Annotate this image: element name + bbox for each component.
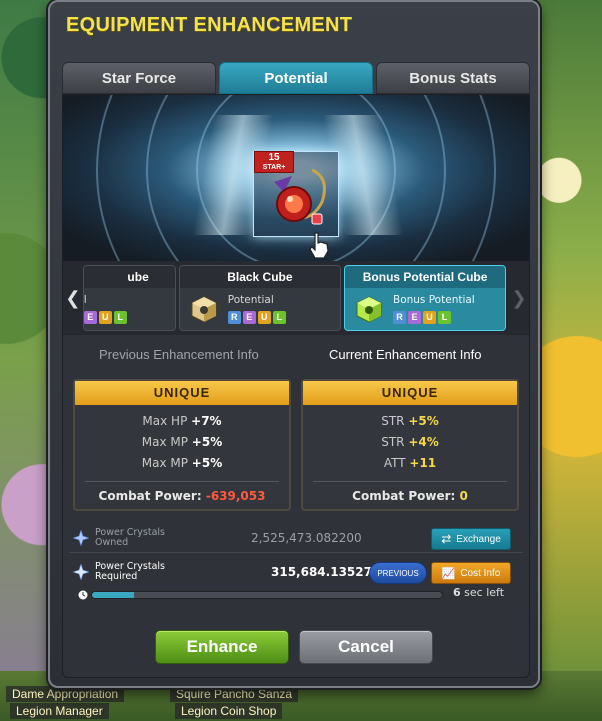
- timer-text: 6 sec left: [453, 586, 504, 599]
- previous-info-heading: Previous Enhancement Info: [99, 347, 259, 362]
- crystals-owned-label: Power Crystals Owned: [95, 526, 175, 548]
- grade-label: UNIQUE: [75, 381, 289, 405]
- crystals-required-label: Power Crystals Required: [95, 562, 175, 582]
- current-info-heading: Current Enhancement Info: [329, 347, 482, 362]
- black-cube-icon: [191, 296, 217, 323]
- tier-epic-badge: E: [242, 311, 256, 324]
- previous-button[interactable]: PREVIOUS: [369, 562, 427, 584]
- previous-label: PREVIOUS: [377, 568, 419, 578]
- npc-name-tag[interactable]: Legion Manager: [10, 703, 109, 719]
- exchange-arrows-icon: ⇄: [441, 532, 452, 546]
- right-foliage-scenery: [532, 0, 602, 721]
- tier-unique-badge: U: [257, 311, 271, 324]
- cube-tier-badges: R E U L: [392, 311, 451, 324]
- stat-name: Max HP: [142, 414, 188, 428]
- stat-value: +5%: [191, 435, 223, 449]
- cost-info-button[interactable]: 📈 Cost Info: [431, 562, 511, 584]
- exchange-button[interactable]: ⇄ Exchange: [431, 528, 511, 550]
- label-line: Required: [95, 571, 138, 582]
- red-pendant-item-icon: [274, 168, 326, 225]
- potential-line: Max MP +5%: [75, 453, 289, 474]
- npc-name-tag[interactable]: Legion Coin Shop: [175, 703, 283, 719]
- combat-power: Combat Power: -639,053: [85, 481, 279, 509]
- previous-info-panel: UNIQUE Max HP +7% Max MP +5% Max MP +5% …: [73, 379, 291, 511]
- combat-power-value: -639,053: [205, 489, 266, 503]
- tier-legendary-badge: L: [437, 311, 451, 324]
- chevron-left-icon[interactable]: ❮: [63, 261, 83, 335]
- timer-progress-bar: [91, 591, 443, 599]
- cancel-button[interactable]: Cancel: [299, 630, 433, 664]
- stat-value: +11: [409, 456, 437, 470]
- tab-star-force[interactable]: Star Force: [62, 62, 216, 94]
- stat-name: ATT: [383, 456, 406, 470]
- tier-unique-badge: U: [98, 311, 112, 324]
- cube-kind: Potential: [227, 294, 274, 306]
- cube-kind: Bonus Potential: [392, 294, 475, 306]
- combat-power: Combat Power: 0: [313, 481, 507, 509]
- potential-line: STR +4%: [303, 432, 517, 453]
- potential-line: STR +5%: [303, 411, 517, 432]
- potential-panel: 15 STAR+ ❮ ube l E U L Black Cube Potent…: [62, 94, 530, 678]
- timer-progress-fill: [92, 592, 134, 598]
- timer-suffix: sec left: [464, 586, 505, 599]
- cube-name: Black Cube: [179, 266, 340, 288]
- tier-rare-badge: R: [392, 311, 406, 324]
- enhance-button[interactable]: Enhance: [155, 630, 289, 664]
- cube-tier-badges: E U L: [83, 311, 127, 324]
- cube-name: ube: [83, 266, 175, 288]
- stat-name: Max MP: [141, 456, 188, 470]
- combat-power-label: Combat Power:: [352, 489, 456, 503]
- combat-power-label: Combat Power:: [98, 489, 202, 503]
- stat-value: +7%: [191, 414, 222, 428]
- stat-name: STR: [381, 414, 405, 428]
- timer-seconds: 6: [453, 586, 461, 599]
- chevron-right-icon[interactable]: ❯: [509, 261, 529, 335]
- power-crystal-icon: [73, 564, 89, 580]
- cube-name: Bonus Potential Cube: [344, 266, 506, 288]
- tab-potential[interactable]: Potential: [219, 62, 373, 94]
- stat-value: +4%: [408, 435, 439, 449]
- npc-name-tag[interactable]: Dame Appropriation: [6, 686, 125, 702]
- cube-option-red-cube[interactable]: ube l E U L: [82, 265, 176, 331]
- crystals-required-value: 315,684.135275: [271, 565, 381, 579]
- equipment-item-slot[interactable]: 15 STAR+: [253, 151, 339, 237]
- enhancement-tabs: Star Force Potential Bonus Stats: [62, 62, 530, 94]
- stat-name: STR: [381, 435, 405, 449]
- tier-rare-badge: R: [227, 311, 241, 324]
- clock-icon: [77, 589, 89, 601]
- equipment-enhancement-window: EQUIPMENT ENHANCEMENT Star Force Potenti…: [48, 0, 540, 688]
- cube-option-bonus-potential-cube[interactable]: Bonus Potential Cube Bonus Potential R E…: [343, 265, 507, 331]
- stat-value: +5%: [408, 414, 439, 428]
- tab-bonus-stats[interactable]: Bonus Stats: [376, 62, 530, 94]
- chart-icon: 📈: [441, 567, 456, 580]
- tier-unique-badge: U: [422, 311, 436, 324]
- label-line: Owned: [95, 536, 129, 548]
- window-title: EQUIPMENT ENHANCEMENT: [66, 14, 353, 36]
- cube-tier-badges: R E U L: [227, 311, 286, 324]
- tier-legendary-badge: L: [113, 311, 127, 324]
- cube-kind: l: [83, 294, 87, 306]
- exchange-label: Exchange: [456, 533, 501, 545]
- npc-name-tag[interactable]: Squire Pancho Sanza: [170, 686, 299, 702]
- current-info-panel: UNIQUE STR +5% STR +4% ATT +11 Combat Po…: [301, 379, 519, 511]
- hand-cursor-icon: [309, 232, 329, 259]
- combat-power-value: 0: [459, 489, 468, 503]
- grade-label: UNIQUE: [303, 381, 517, 405]
- label-line: Power Crystals: [95, 526, 165, 538]
- potential-line: ATT +11: [303, 453, 517, 474]
- stat-name: Max MP: [141, 435, 188, 449]
- potential-line: Max HP +7%: [75, 411, 289, 432]
- cube-selector: ❮ ube l E U L Black Cube Potential R E U…: [63, 261, 529, 335]
- bonus-potential-cube-icon: [356, 296, 382, 323]
- tier-epic-badge: E: [83, 311, 97, 324]
- crystals-owned-value: 2,525,473.082200: [251, 530, 362, 545]
- potential-line: Max MP +5%: [75, 432, 289, 453]
- stat-value: +5%: [191, 456, 223, 470]
- enhancement-scene: 15 STAR+: [63, 95, 529, 261]
- cube-option-black-cube[interactable]: Black Cube Potential R E U L: [178, 265, 341, 331]
- cost-info-label: Cost Info: [460, 567, 501, 579]
- tier-legendary-badge: L: [272, 311, 286, 324]
- power-crystal-icon: [73, 529, 89, 546]
- tier-epic-badge: E: [407, 311, 421, 324]
